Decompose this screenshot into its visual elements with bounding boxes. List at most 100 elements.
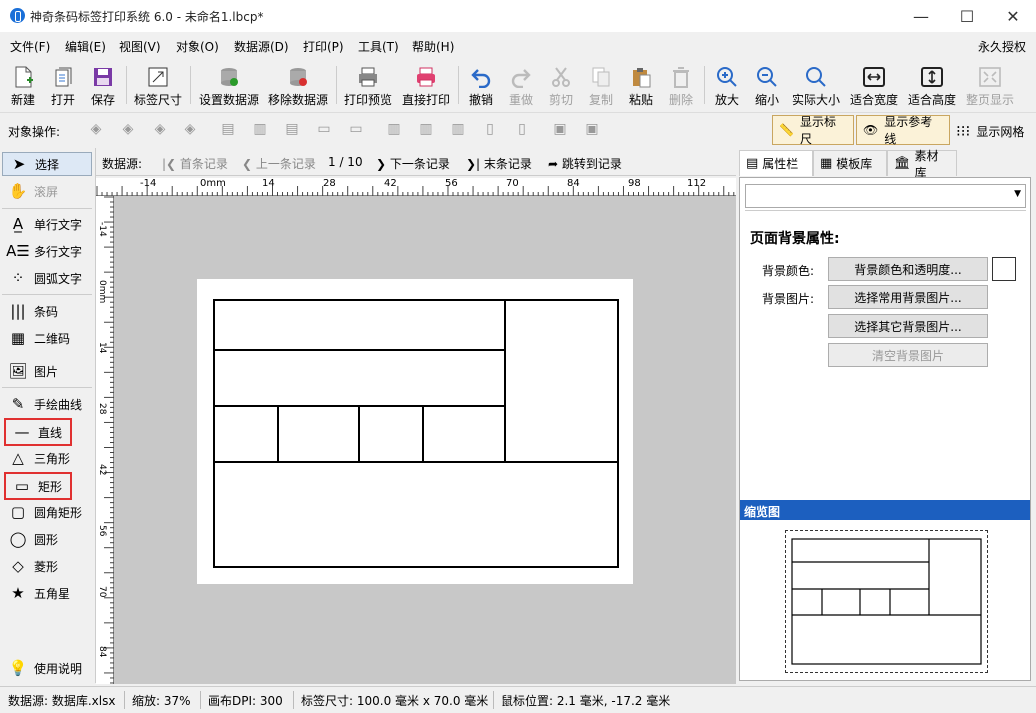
menu-tools[interactable]: 工具(T)	[358, 38, 399, 55]
tool-star[interactable]: ★ 五角星	[2, 581, 92, 605]
new-button[interactable]: 新建	[4, 62, 42, 108]
section-title: 页面背景属性:	[750, 231, 840, 247]
show-ruler-toggle[interactable]: 📏 显示标尺	[772, 115, 854, 146]
send-back-icon[interactable]: ◈	[118, 121, 138, 139]
open-button[interactable]: 打开	[44, 62, 82, 108]
tab-materials[interactable]: 🏛 素材库	[887, 149, 957, 180]
tool-select[interactable]: ➤ 选择	[2, 152, 92, 176]
zoom-actual-icon	[803, 65, 829, 89]
menu-datasource[interactable]: 数据源(D)	[234, 38, 289, 55]
show-grid-toggle[interactable]: ⁝⁝⁝ 显示网格	[956, 122, 1024, 140]
close-button[interactable]: ✕	[990, 0, 1036, 32]
menu-object[interactable]: 对象(O)	[176, 38, 219, 55]
label-size-button[interactable]: 标签尺寸	[130, 62, 186, 108]
tool-freehand-label: 手绘曲线	[34, 397, 83, 412]
remove-datasource-button[interactable]: 移除数据源	[264, 62, 332, 108]
direct-print-button[interactable]: 直接打印	[398, 62, 454, 108]
tool-rounded-rect[interactable]: ▢ 圆角矩形	[2, 500, 92, 524]
tool-qrcode[interactable]: ▦ 二维码	[2, 326, 92, 350]
actual-size-button[interactable]: 实际大小	[788, 62, 844, 108]
menu-print[interactable]: 打印(P)	[303, 38, 344, 55]
align-right-icon[interactable]: ▤	[282, 121, 302, 139]
first-record-button[interactable]: |❮ 首条记录	[162, 155, 228, 172]
help-guide-label: 使用说明	[34, 661, 83, 676]
menu-file[interactable]: 文件(F)	[10, 38, 50, 55]
tool-single-text[interactable]: A̲ 单行文字	[2, 212, 92, 236]
tool-pan[interactable]: ✋ 滚屏	[2, 179, 92, 203]
cut-button[interactable]: 剪切	[542, 62, 580, 108]
menu-view[interactable]: 视图(V)	[119, 38, 161, 55]
align-middle-icon[interactable]: ▥	[416, 121, 436, 139]
tool-barcode[interactable]: ||| 条码	[2, 299, 92, 323]
thumbnail-preview[interactable]	[785, 530, 988, 673]
menu-edit[interactable]: 编辑(E)	[65, 38, 106, 55]
fit-height-button[interactable]: 适合高度	[904, 62, 960, 108]
copy-button[interactable]: 复制	[582, 62, 620, 108]
fit-width-button[interactable]: 适合宽度	[846, 62, 902, 108]
show-guides-toggle[interactable]: 👁 显示参考线	[856, 115, 950, 146]
bg-color-swatch[interactable]	[992, 257, 1016, 281]
redo-button[interactable]: 重做	[502, 62, 540, 108]
menu-help[interactable]: 帮助(H)	[412, 38, 454, 55]
same-height-icon[interactable]: ▯	[512, 121, 532, 139]
tool-arc-text[interactable]: ⁘ 圆弧文字	[2, 266, 92, 290]
ruler-top-label: 84	[567, 178, 580, 189]
delete-button[interactable]: 删除	[662, 62, 700, 108]
layer-up-icon[interactable]: ◈	[150, 121, 170, 139]
clear-bg-image-button[interactable]: 清空背景图片	[828, 343, 988, 367]
bg-other-image-button[interactable]: 选择其它背景图片...	[828, 314, 988, 338]
align-left-icon[interactable]: ▤	[218, 121, 238, 139]
undo-button[interactable]: 撤销	[462, 62, 500, 108]
fit-height-icon	[919, 65, 945, 89]
tool-triangle[interactable]: △ 三角形	[2, 446, 92, 470]
tab-properties[interactable]: ▤ 属性栏	[739, 150, 813, 176]
bg-common-image-button[interactable]: 选择常用背景图片...	[828, 285, 988, 309]
help-guide[interactable]: 💡 使用说明	[2, 656, 92, 680]
tool-diamond[interactable]: ◇ 菱形	[2, 554, 92, 578]
tool-image[interactable]: 🖼 图片	[2, 359, 92, 383]
status-mouse-position: 鼠标位置: 2.1 毫米, -17.2 毫米	[501, 694, 671, 708]
label-table-drawing[interactable]	[197, 279, 633, 584]
align-top-icon[interactable]: ▥	[384, 121, 404, 139]
print-preview-button[interactable]: 打印预览	[340, 62, 396, 108]
same-width-icon[interactable]: ▯	[480, 121, 500, 139]
save-button[interactable]: 保存	[84, 62, 122, 108]
fit-page-button[interactable]: 整页显示	[962, 62, 1018, 108]
ruler-horizontal[interactable]: -14 0mm 14 28 42 56 70 84 98 112	[96, 178, 736, 196]
distribute-v-icon[interactable]: ▭	[346, 121, 366, 139]
label-page[interactable]	[197, 279, 633, 584]
tool-multi-text[interactable]: A☰ 多行文字	[2, 239, 92, 263]
minimize-button[interactable]: —	[898, 0, 944, 32]
jump-icon: ➦	[548, 157, 562, 171]
next-record-button[interactable]: ❯ 下一条记录	[376, 155, 450, 172]
tool-line[interactable]: — 直线	[4, 418, 72, 446]
prev-record-button[interactable]: ❮ 上一条记录	[242, 155, 316, 172]
ruler-vertical[interactable]: -14 0mm 14 28 42 56 70 84	[96, 196, 114, 684]
tool-circle[interactable]: ◯ 圆形	[2, 527, 92, 551]
last-record-button[interactable]: ❯| 末条记录	[466, 155, 532, 172]
group-icon[interactable]: ▣	[550, 121, 570, 139]
object-selector-dropdown[interactable]: ▼	[745, 184, 1026, 208]
bg-color-button[interactable]: 背景颜色和透明度...	[828, 257, 988, 281]
distribute-h-icon[interactable]: ▭	[314, 121, 334, 139]
tool-rectangle[interactable]: ▭ 矩形	[4, 472, 72, 500]
layer-down-icon[interactable]: ◈	[180, 121, 200, 139]
align-bottom-icon[interactable]: ▥	[448, 121, 468, 139]
record-nav-bar: 数据源: |❮ 首条记录 ❮ 上一条记录 1 / 10 ❯ 下一条记录 ❯| 末…	[96, 150, 736, 176]
jump-record-button[interactable]: ➦ 跳转到记录	[548, 155, 622, 172]
align-center-icon[interactable]: ▥	[250, 121, 270, 139]
set-datasource-button[interactable]: 设置数据源	[196, 62, 262, 108]
new-label: 新建	[10, 93, 35, 107]
next-icon: ❯	[376, 157, 390, 171]
paste-button[interactable]: 粘贴	[622, 62, 660, 108]
zoom-in-button[interactable]: 放大	[708, 62, 746, 108]
maximize-button[interactable]: ☐	[944, 0, 990, 32]
ungroup-icon[interactable]: ▣	[582, 121, 602, 139]
bg-color-label: 背景颜色:	[762, 264, 815, 278]
tool-freehand[interactable]: ✎ 手绘曲线	[2, 392, 92, 416]
first-icon: |❮	[162, 157, 180, 171]
zoom-out-button[interactable]: 缩小	[748, 62, 786, 108]
fit-height-label: 适合高度	[907, 93, 956, 107]
bring-front-icon[interactable]: ◈	[86, 121, 106, 139]
tab-templates[interactable]: ▦ 模板库	[813, 150, 887, 176]
